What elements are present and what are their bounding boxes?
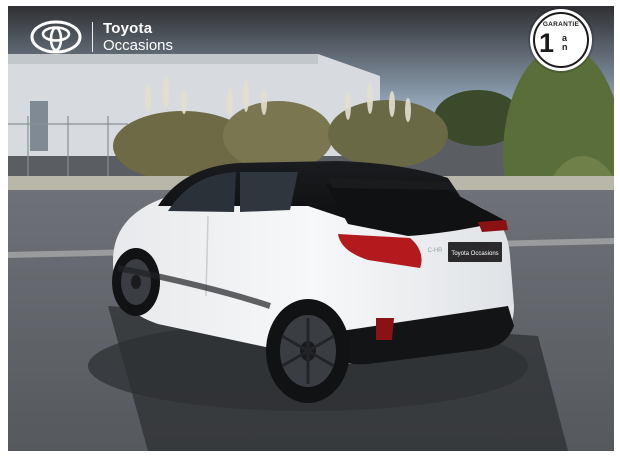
badge-title: GARANTIE xyxy=(542,21,580,28)
toyota-logo-icon xyxy=(30,20,82,54)
badge-unit-line2: n xyxy=(562,42,568,53)
building-window xyxy=(30,101,48,151)
model-badge: C-HR xyxy=(428,248,444,254)
brand: Toyota Occasions xyxy=(30,20,173,54)
plate-text: Toyota Occasions xyxy=(451,251,498,257)
car-photo-scene: Toyota Occasions C-HR xyxy=(8,6,614,451)
rear-wheel xyxy=(266,299,350,403)
brand-text: Toyota Occasions xyxy=(103,19,174,54)
guarantee-badge: GARANTIE 1 a n xyxy=(530,9,592,71)
brand-name: Toyota xyxy=(103,19,153,37)
listing-photo: Toyota Occasions C-HR Toyota Occasions G… xyxy=(8,6,614,451)
brand-divider xyxy=(92,22,93,52)
front-wheel xyxy=(112,248,160,316)
brand-subtitle: Occasions xyxy=(103,36,174,54)
badge-number: 1 xyxy=(539,28,555,58)
badge-unit: a n xyxy=(562,33,568,53)
